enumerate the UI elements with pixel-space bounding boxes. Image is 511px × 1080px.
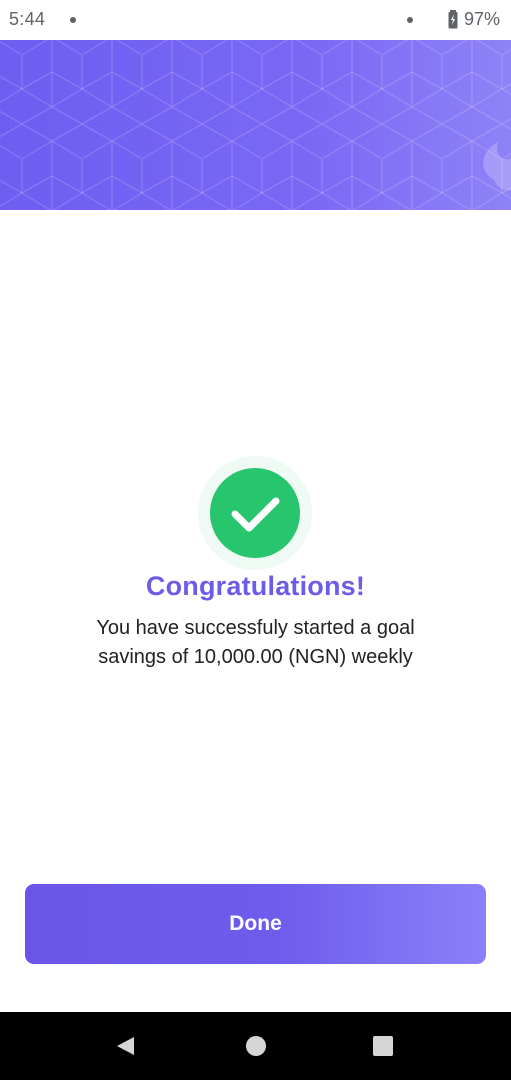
done-button[interactable]: Done: [25, 884, 486, 964]
notification-dot-icon: [70, 17, 76, 23]
battery-percent: 97%: [464, 9, 501, 29]
status-bar: 5:44 97%: [0, 0, 511, 40]
success-title: Congratulations!: [145, 571, 366, 601]
recents-icon[interactable]: [371, 1034, 395, 1058]
home-icon[interactable]: [244, 1034, 268, 1058]
battery-charging-icon: [448, 10, 458, 29]
success-circle: [210, 468, 300, 558]
checkmark-icon: [231, 497, 280, 532]
success-message: You have successfuly started a goal savi…: [96, 617, 415, 668]
success-badge: [198, 456, 312, 570]
header-banner: [0, 40, 511, 210]
hexagon-cube-pattern: [0, 40, 511, 210]
back-icon[interactable]: [114, 1034, 138, 1058]
status-time: 5:44: [9, 9, 46, 29]
system-navigation-bar: [0, 1012, 511, 1080]
wifi-dot-icon: [407, 17, 413, 23]
